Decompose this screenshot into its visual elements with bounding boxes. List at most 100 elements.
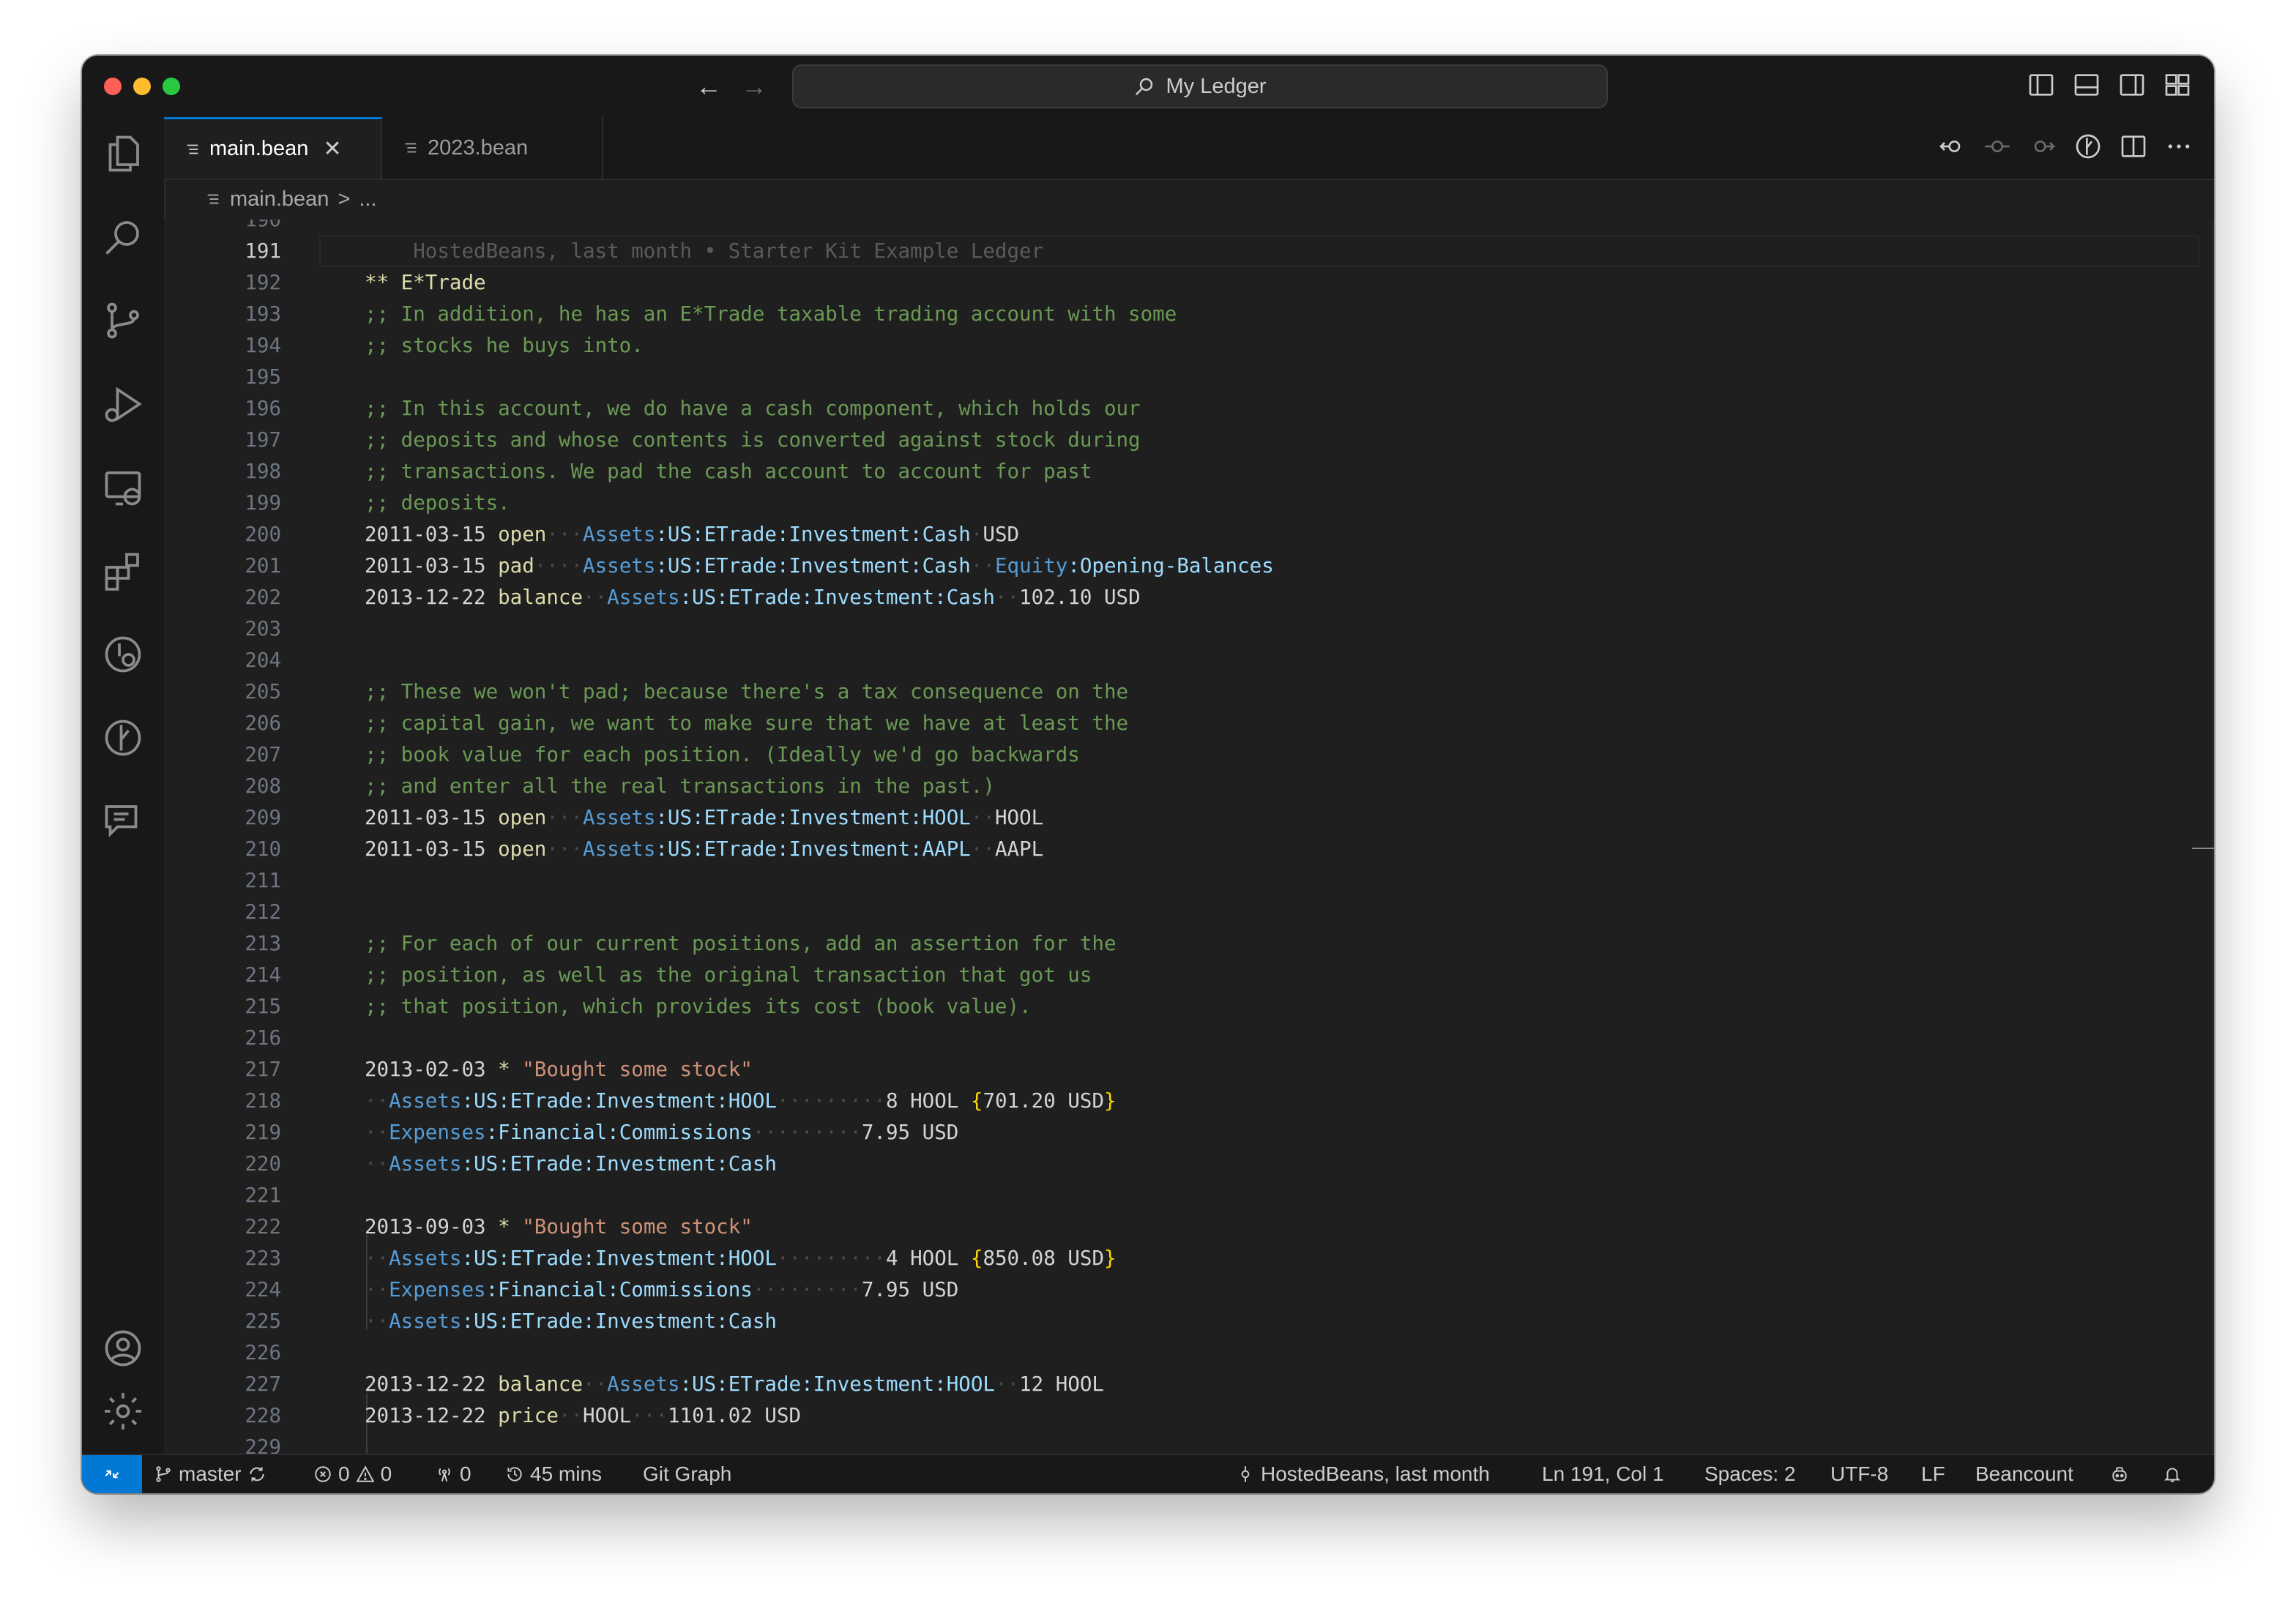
line-content: ··Expenses:Financial:Commissions········… <box>365 1274 958 1306</box>
code-line[interactable]: 208 ;; and enter all the real transaction… <box>164 771 2214 802</box>
code-line[interactable]: 198 ;; transactions. We pad the cash acco… <box>164 456 2214 487</box>
code-line[interactable]: 209 2011-03-15 open···Assets:US:ETrade:In… <box>164 802 2214 834</box>
code-line[interactable]: 207 ;; book value for each position. (Ide… <box>164 739 2214 771</box>
indentation-status[interactable]: Spaces: 2 <box>1704 1455 1796 1493</box>
remote-indicator-button[interactable] <box>82 1455 142 1493</box>
code-line[interactable]: 228 2013-12-22 price··HOOL···1101.02 USD <box>164 1400 2214 1432</box>
source-control-icon[interactable] <box>101 299 145 343</box>
tab-2023-bean[interactable]: 2023.bean <box>382 117 603 179</box>
code-line[interactable]: 199 ;; deposits. <box>164 487 2214 519</box>
file-lines-icon <box>405 143 417 153</box>
code-line[interactable]: 221 <box>164 1180 2214 1211</box>
remote-explorer-icon[interactable] <box>101 466 145 509</box>
close-icon[interactable]: ✕ <box>323 136 341 162</box>
git-commit-icon <box>1241 1466 1250 1482</box>
back-arrow-icon[interactable]: ← <box>693 70 725 102</box>
code-line[interactable]: 225 ··Assets:US:ETrade:Investment:Cash <box>164 1306 2214 1337</box>
search-icon[interactable] <box>101 215 145 259</box>
eol-status[interactable]: LF <box>1921 1455 1945 1493</box>
git-graph-icon[interactable] <box>101 716 145 760</box>
code-line[interactable]: 224 ··Expenses:Financial:Commissions·····… <box>164 1274 2214 1306</box>
minimize-window-button[interactable] <box>133 78 151 95</box>
time-tracker-status[interactable]: 45 mins <box>505 1455 602 1493</box>
code-line[interactable]: 195 <box>164 362 2214 393</box>
code-token: } <box>1104 1089 1117 1113</box>
toggle-panel-icon[interactable] <box>2072 70 2101 100</box>
command-center-search[interactable]: My Ledger <box>792 64 1608 108</box>
code-token: Equity <box>994 554 1068 578</box>
notifications-status[interactable] <box>2163 1455 2182 1493</box>
code-line[interactable]: 213 ;; For each of our current positions,… <box>164 928 2214 960</box>
breadcrumb-file[interactable]: main.bean <box>230 187 329 212</box>
code-line[interactable]: 222 2013-09-03 * "Bought some stock" <box>164 1211 2214 1243</box>
code-line[interactable]: 217 2013-02-03 * "Bought some stock" <box>164 1054 2214 1086</box>
timeline-icon[interactable] <box>2073 132 2103 161</box>
code-line[interactable]: 194 ;; stocks he buys into. <box>164 330 2214 362</box>
code-editor[interactable]: 190 191 HostedBeans, last month • Starter… <box>164 220 2214 1455</box>
code-token: ·· <box>583 1372 608 1396</box>
problems-status[interactable]: 0 0 <box>313 1455 392 1493</box>
code-line[interactable]: 193 ;; In addition, he has an E*Trade tax… <box>164 299 2214 330</box>
language-mode-status[interactable]: Beancount <box>1975 1455 2073 1493</box>
code-line[interactable]: 190 <box>164 220 2214 236</box>
run-and-debug-icon[interactable] <box>101 382 145 426</box>
code-line[interactable]: 197 ;; deposits and whose contents is con… <box>164 425 2214 456</box>
ports-status[interactable]: 0 <box>435 1455 471 1493</box>
sync-icon[interactable] <box>247 1465 266 1484</box>
code-line[interactable]: 191 HostedBeans, last month • Starter Ki… <box>164 236 2214 267</box>
search-icon <box>1136 78 1153 96</box>
code-line[interactable]: 203 <box>164 613 2214 645</box>
code-line[interactable]: 205 ;; These we won't pad; because there'… <box>164 676 2214 708</box>
code-line[interactable]: 192 ** E*Trade <box>164 267 2214 299</box>
code-line[interactable]: 223 ··Assets:US:ETrade:Investment:HOOL···… <box>164 1243 2214 1274</box>
toggle-secondary-sidebar-icon[interactable] <box>2117 70 2147 100</box>
settings-gear-icon[interactable] <box>101 1389 145 1433</box>
maximize-window-button[interactable] <box>163 78 180 95</box>
branch-status[interactable]: master <box>154 1455 266 1493</box>
code-line[interactable]: 206 ;; capital gain, we want to make sure… <box>164 708 2214 739</box>
code-line[interactable]: 219 ··Expenses:Financial:Commissions·····… <box>164 1117 2214 1148</box>
breadcrumb-symbols[interactable]: ... <box>359 187 376 212</box>
comments-icon[interactable] <box>101 799 145 843</box>
code-line[interactable]: 215 ;; that position, which provides its … <box>164 991 2214 1023</box>
line-number: 198 <box>245 460 281 483</box>
code-line[interactable]: 227 2013-12-22 balance··Assets:US:ETrade:… <box>164 1369 2214 1400</box>
code-line[interactable]: 229 <box>164 1432 2214 1455</box>
explorer-icon[interactable] <box>101 132 145 176</box>
line-content: ;; In this account, we do have a cash co… <box>365 397 1141 420</box>
encoding-status[interactable]: UTF-8 <box>1830 1455 1888 1493</box>
ghost-text-source-status[interactable]: HostedBeans, last month <box>1236 1455 1490 1493</box>
code-line[interactable]: 204 <box>164 645 2214 676</box>
code-line[interactable]: 218 ··Assets:US:ETrade:Investment:HOOL···… <box>164 1086 2214 1117</box>
code-line[interactable]: 210 2011-03-15 open···Assets:US:ETrade:In… <box>164 834 2214 865</box>
code-line[interactable]: 196 ;; In this account, we do have a cash… <box>164 393 2214 425</box>
split-editor-icon[interactable] <box>2119 132 2148 161</box>
forward-arrow-icon[interactable]: → <box>738 70 770 102</box>
git-commit-icon[interactable] <box>1983 132 2012 161</box>
go-forward-change-icon[interactable] <box>2028 132 2057 161</box>
code-line[interactable]: 202 2013-12-22 balance··Assets:US:ETrade:… <box>164 582 2214 613</box>
code-line[interactable]: 200 2011-03-15 open···Assets:US:ETrade:In… <box>164 519 2214 550</box>
cursor-position[interactable]: Ln 191, Col 1 <box>1542 1455 1664 1493</box>
accounts-icon[interactable] <box>101 1326 145 1370</box>
code-line[interactable]: 201 2011-03-15 pad····Assets:US:ETrade:In… <box>164 550 2214 582</box>
code-line[interactable]: 214 ;; position, as well as the original … <box>164 960 2214 991</box>
code-line[interactable]: 220 ··Assets:US:ETrade:Investment:Cash <box>164 1148 2214 1180</box>
git-history-icon[interactable] <box>101 632 145 676</box>
extensions-icon[interactable] <box>101 549 145 593</box>
code-line[interactable]: 226 <box>164 1337 2214 1369</box>
code-line[interactable]: 216 <box>164 1023 2214 1054</box>
line-content: 2013-12-22 balance··Assets:US:ETrade:Inv… <box>365 582 1141 613</box>
git-graph-button[interactable]: Git Graph <box>643 1455 731 1493</box>
go-back-change-icon[interactable] <box>1937 132 1967 161</box>
tab-main-bean[interactable]: main.bean ✕ <box>164 117 382 179</box>
close-window-button[interactable] <box>104 78 122 95</box>
customize-layout-icon[interactable] <box>2163 70 2192 100</box>
copilot-status[interactable] <box>2110 1455 2129 1493</box>
code-line[interactable]: 212 <box>164 897 2214 928</box>
more-actions-icon[interactable] <box>2164 132 2194 161</box>
toggle-primary-sidebar-icon[interactable] <box>2027 70 2056 100</box>
remote-icon <box>105 1470 119 1479</box>
code-token: ·· <box>994 1372 1020 1396</box>
code-line[interactable]: 211 <box>164 865 2214 897</box>
